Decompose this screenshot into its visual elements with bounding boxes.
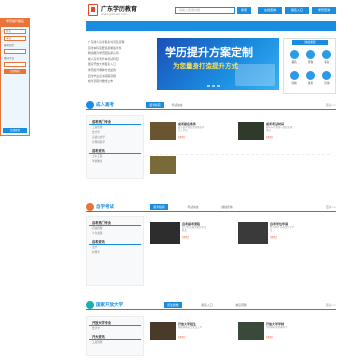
tab-guide[interactable]: 报考指南 [150, 204, 168, 210]
quick-link[interactable]: 专业 [319, 48, 335, 67]
list-item[interactable]: 人力资源 [87, 231, 143, 236]
banner-title: 学历提升方案定制 [165, 46, 253, 59]
quick-link[interactable]: 报名 [286, 48, 302, 67]
article-thumbnail [238, 322, 264, 340]
article-thumbnail [150, 222, 180, 244]
submit-button[interactable]: 立即报名 [4, 69, 26, 74]
article-card[interactable]: 开放大学招生 春秋两季招生免试入学 [详情] [150, 322, 206, 340]
tab-apply[interactable]: 报名入口 [198, 302, 216, 308]
list-item[interactable]: 学前教育 [87, 159, 143, 164]
card-desc: 春秋两季招生免试入学 [178, 326, 202, 329]
quick-link[interactable]: 查询 [302, 48, 318, 67]
article-thumbnail [150, 322, 176, 340]
logo-url: www.gdxueli.com [101, 12, 128, 16]
news-icon [305, 71, 315, 80]
card-desc: 符合条件可申请学士学位 [270, 226, 294, 232]
article-card[interactable]: 成考报名条件 成人高考报名需具备高中以上学历 [详情] [150, 122, 206, 140]
quick-title: 快速通道 [292, 40, 328, 45]
article-card[interactable] [150, 156, 206, 174]
news-list: 广东成人高考报名时间及流程 自考本科需要满足哪些条件 网络教育学历国家承认吗 成… [86, 40, 154, 85]
sidebar-consult-button[interactable]: 在线咨询 [3, 128, 27, 133]
article-card[interactable]: 自考报考流程 自学考试每年两次考试机会 [详情] [150, 222, 206, 244]
quick-links-panel: 快速通道 报名 查询 专业 院校 资讯 咨询 [283, 38, 336, 94]
main-nav [86, 21, 336, 31]
sidebar-title: 学历提升报名 [1, 19, 29, 27]
query-button[interactable]: 学历查询 [312, 7, 336, 14]
news-item[interactable]: 成考录取分数线公布 [86, 79, 154, 85]
section-title: 国家开放大学 [96, 303, 123, 308]
apply-button[interactable]: 报名入口 [285, 7, 309, 14]
banner-pager[interactable] [207, 85, 220, 87]
level-select[interactable] [4, 49, 26, 54]
article-card[interactable]: 开放大学学制 专科本科学制两年半 [详情] [238, 322, 294, 340]
promo-banner[interactable]: 学历提升方案定制 为您量身打造提升方式 [157, 38, 279, 90]
article-card[interactable]: 成考考试时间 每年十月份统一组织全国考试 [详情] [238, 122, 294, 140]
list-item[interactable]: 护理学 [87, 250, 143, 255]
phone-field[interactable]: 电话 [4, 36, 26, 41]
search-input[interactable]: 请输入搜索内容 [175, 7, 235, 14]
article-thumbnail [238, 122, 264, 140]
tab-news[interactable]: 考试动态 [184, 204, 202, 210]
quick-link[interactable]: 咨询 [319, 69, 335, 88]
chat-icon [322, 71, 332, 80]
section-title: 成人高考 [96, 103, 114, 108]
article-thumbnail [150, 156, 176, 174]
section-sidebar: 开放大学专业 会计学 开大资讯 工商管理 [86, 316, 144, 356]
search-button[interactable]: 搜索 [237, 7, 251, 14]
card-desc: 每年十月份统一组织全国考试 [266, 126, 293, 132]
more-link[interactable]: 更多>> [326, 103, 336, 107]
tab-news[interactable]: 考试动态 [168, 102, 186, 108]
article-card[interactable]: 自考学位申请 符合条件可申请学士学位 [详情] [238, 222, 294, 244]
tab-guide[interactable]: 报考指南 [146, 102, 164, 108]
banner-illustration [235, 64, 275, 86]
section-sidebar: 自考热门专业 行政管理 人力资源 自考资讯 法学 护理学 [86, 216, 144, 286]
section-header: 自学考试 报考指南 考试动态 成绩查询 更多>> [86, 203, 336, 212]
section-title: 自学考试 [96, 205, 114, 210]
pencil-icon [86, 203, 94, 211]
tab-scores[interactable]: 成绩查询 [218, 204, 236, 210]
major-select[interactable] [4, 62, 26, 67]
logo-icon[interactable] [88, 4, 98, 16]
list-separator [150, 150, 330, 155]
tab-faq[interactable]: 常见问题 [232, 302, 250, 308]
card-desc: 专科本科学制两年半 [266, 326, 288, 329]
tab-admission[interactable]: 招生简章 [164, 302, 182, 308]
level-label: 报考层次 [4, 44, 15, 47]
quick-link[interactable]: 资讯 [302, 69, 318, 88]
signup-sidebar: 学历提升报名 姓名 电话 报考层次 意向专业 立即报名 在线咨询 [0, 18, 30, 136]
section-header: 国家开放大学 招生简章 报名入口 常见问题 更多>> [86, 301, 336, 310]
site-header: 广东学历教育 www.gdxueli.com 请输入搜索内容 搜索 在线咨询 报… [0, 0, 360, 20]
name-field[interactable]: 姓名 [4, 29, 26, 34]
banner-subtitle: 为您量身打造提升方式 [173, 62, 238, 70]
card-desc: 自学考试每年两次考试机会 [182, 226, 206, 232]
list-item[interactable]: 工商管理 [87, 340, 143, 345]
school-icon [289, 71, 299, 80]
more-link[interactable]: 更多>> [326, 205, 336, 209]
more-link[interactable]: 更多>> [326, 303, 336, 307]
signup-icon [289, 50, 299, 59]
major-label: 意向专业 [4, 57, 15, 60]
article-thumbnail [238, 222, 268, 244]
card-desc: 成人高考报名需具备高中以上学历 [178, 126, 205, 132]
graduation-cap-icon [86, 101, 94, 109]
search-icon [305, 50, 315, 59]
university-icon [86, 301, 94, 309]
list-item[interactable]: 会计学 [87, 326, 143, 331]
quick-link[interactable]: 院校 [286, 69, 302, 88]
book-icon [322, 50, 332, 59]
section-header: 成人高考 报考指南 考试动态 更多>> [86, 101, 336, 110]
section-sidebar: 成考热门专业 工商管理 会计学 汉语言文学 计算机科学 成考资讯 土木工程 学前… [86, 115, 144, 179]
article-thumbnail [150, 122, 176, 140]
list-item[interactable]: 计算机科学 [87, 140, 143, 145]
consult-button[interactable]: 在线咨询 [258, 7, 282, 14]
